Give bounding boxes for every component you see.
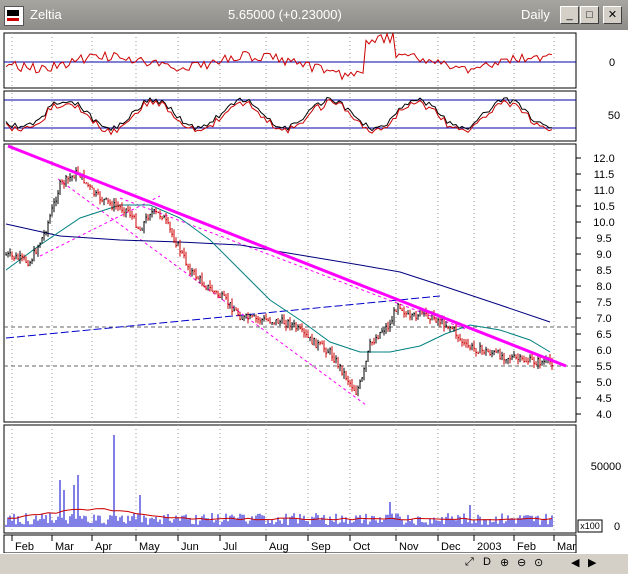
price-tick-label: 9.5 (596, 233, 611, 245)
zoom-reset-icon[interactable]: ⊙ (534, 556, 543, 569)
month-label: Dec (441, 541, 461, 553)
stoch-tick-label: 50 (608, 110, 620, 122)
volume-tick-high: 50000 (591, 461, 622, 473)
month-label: Nov (399, 541, 419, 553)
price-tick-label: 7.5 (596, 297, 611, 309)
price-tick-label: 12.0 (593, 153, 614, 165)
price-tick-label: 5.5 (596, 361, 611, 373)
month-label: Apr (95, 541, 112, 553)
month-label: Jun (181, 541, 199, 553)
scroll-left-icon[interactable]: ◀ (571, 556, 579, 569)
price-tick-label: 5.0 (596, 377, 611, 389)
month-label: Oct (353, 541, 370, 553)
price-tick-label: 9.0 (596, 249, 611, 261)
horizontal-scrollbar[interactable]: ⤢ D ⊕ ⊖ ⊙ ◀ ▶ (0, 553, 628, 574)
app-icon (4, 6, 24, 26)
price-tick-label: 11.0 (594, 185, 615, 197)
volume-multiplier: x100 (580, 521, 600, 531)
month-label: Feb (15, 541, 34, 553)
zoom-out-icon[interactable]: ⊖ (517, 556, 526, 569)
title-bar: Zeltia 5.65000 (+0.23000) Daily _ □ ✕ (0, 0, 628, 30)
month-label: Aug (269, 541, 289, 553)
osc-tick-label: 0 (609, 57, 615, 69)
price-tick-label: 11.5 (594, 169, 615, 181)
price-tick-label: 6.0 (596, 345, 611, 357)
month-label: Sep (311, 541, 331, 553)
month-label: 2003 (477, 541, 501, 553)
month-label: May (139, 541, 160, 553)
period-label[interactable]: Daily (521, 7, 550, 22)
volume-tick-zero: 0 (614, 521, 620, 533)
price-tick-label: 6.5 (596, 329, 611, 341)
month-label: Mar (55, 541, 74, 553)
month-label: Jul (223, 541, 237, 553)
depth-icon[interactable]: D (483, 556, 491, 568)
volume-panel (3, 424, 577, 534)
maximize-button[interactable]: □ (580, 6, 599, 24)
chart-area: 0 50 12.0 11.5 11.0 10.5 10.0 9.5 9.0 8.5 8.0 7.5… (0, 30, 628, 554)
scroll-right-icon[interactable]: ▶ (588, 556, 596, 569)
minimize-button[interactable]: _ (560, 6, 579, 24)
price-tick-label: 4.5 (596, 393, 611, 405)
expand-icon[interactable]: ⤢ (465, 556, 474, 569)
window-title: Zeltia (30, 7, 62, 22)
close-button[interactable]: ✕ (603, 6, 622, 24)
price-tick-label: 10.5 (593, 201, 614, 213)
month-label: Mar (557, 541, 576, 553)
month-label: Feb (517, 541, 536, 553)
price-tick-label: 8.5 (596, 265, 611, 277)
price-tick-label: 7.0 (596, 313, 611, 325)
zoom-in-icon[interactable]: ⊕ (500, 556, 509, 569)
price-tick-label: 8.0 (596, 281, 611, 293)
price-tick-label: 4.0 (596, 409, 611, 421)
price-readout: 5.65000 (+0.23000) (228, 7, 342, 22)
price-tick-label: 10.0 (593, 217, 614, 229)
stochastic-panel (3, 90, 577, 142)
